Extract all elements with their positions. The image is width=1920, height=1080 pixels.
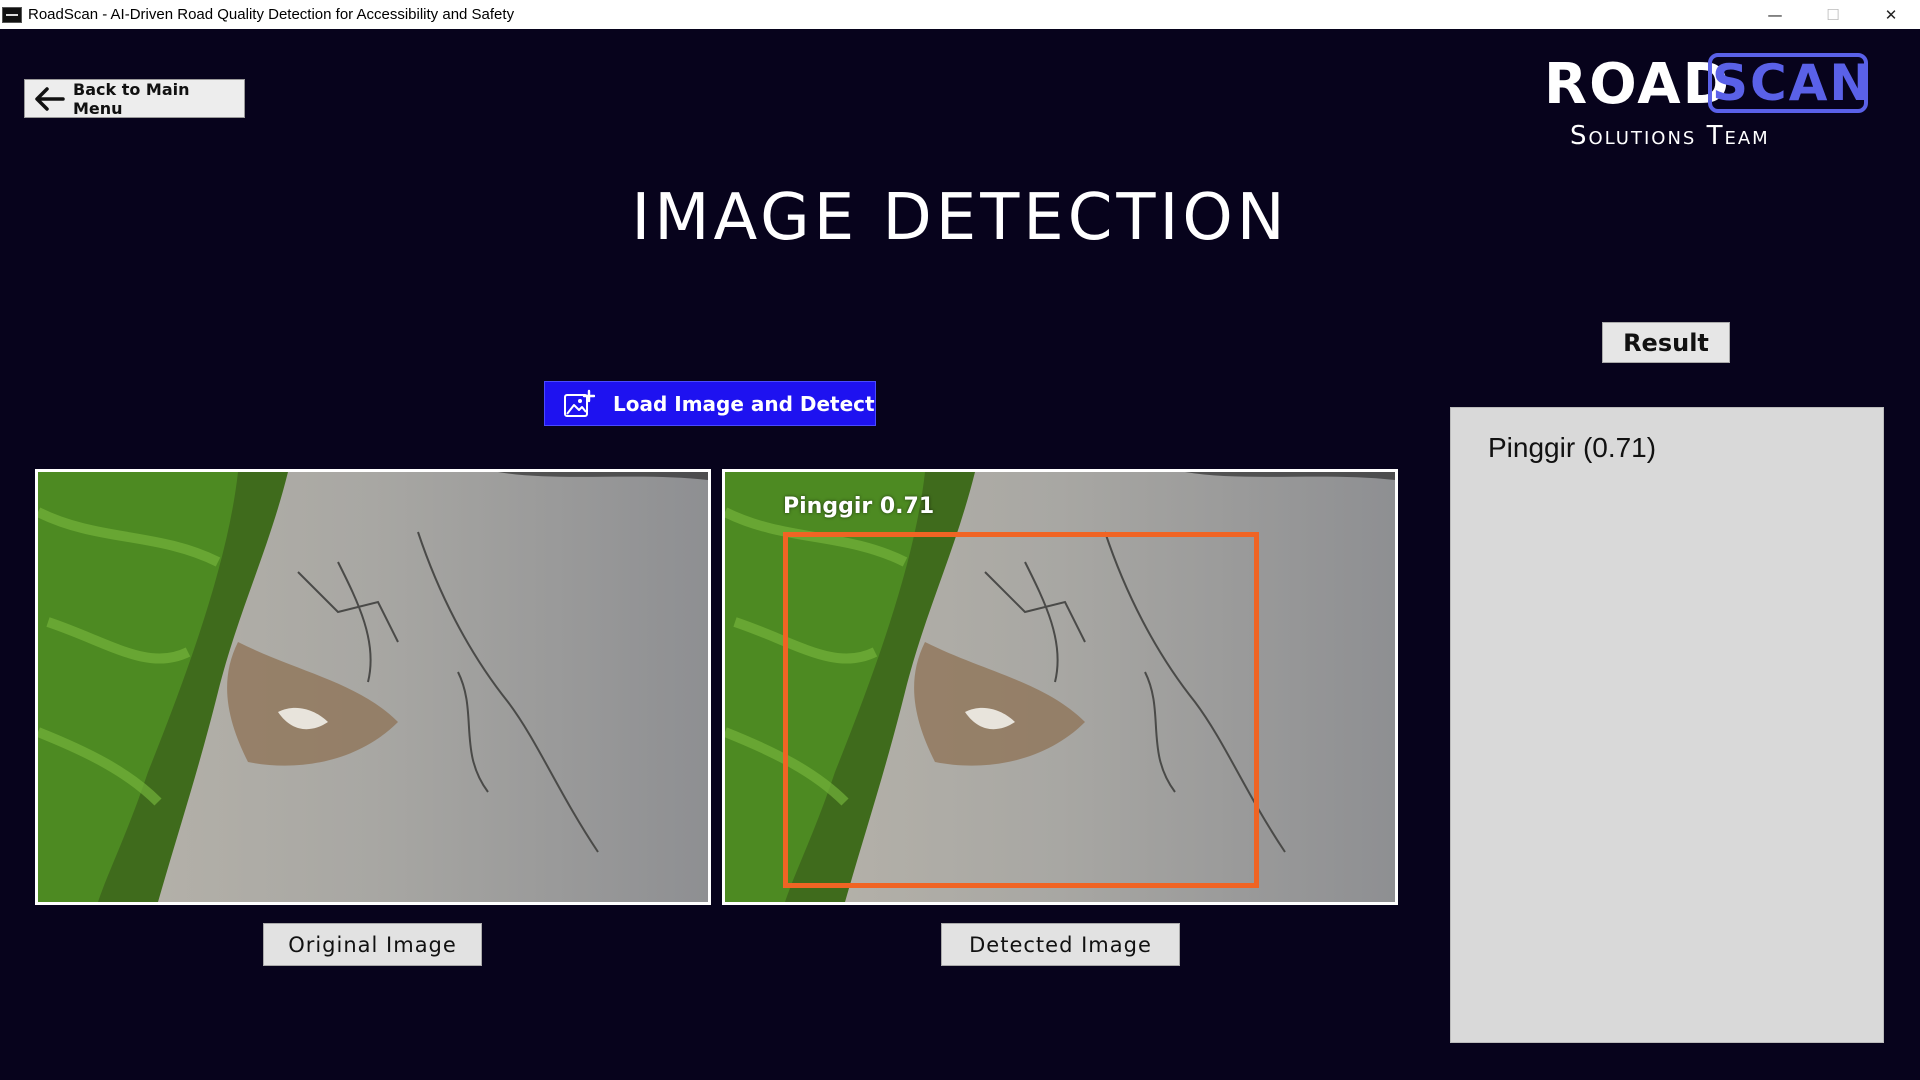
detection-label: Pinggir 0.71 bbox=[783, 494, 935, 519]
original-image bbox=[35, 469, 711, 905]
window-titlebar: RoadScan - AI-Driven Road Quality Detect… bbox=[0, 0, 1920, 29]
logo-subtitle: Solutions Team bbox=[1570, 121, 1770, 151]
original-road-photo bbox=[38, 472, 708, 902]
detected-image-caption: Detected Image bbox=[941, 923, 1180, 966]
roadscan-logo: ROAD SCAN Solutions Team bbox=[1540, 53, 1875, 153]
back-button-label: Back to Main Menu bbox=[73, 79, 190, 118]
close-button[interactable]: ✕ bbox=[1862, 0, 1920, 29]
page-title: IMAGE DETECTION bbox=[631, 181, 1289, 255]
result-button[interactable]: Result bbox=[1602, 322, 1730, 363]
logo-word-road: ROAD bbox=[1544, 52, 1732, 117]
minimize-button[interactable]: — bbox=[1746, 0, 1804, 29]
window-controls: — ☐ ✕ bbox=[1746, 0, 1920, 29]
result-panel: Pinggir (0.71) bbox=[1450, 407, 1884, 1043]
detected-image: Pinggir 0.71 bbox=[722, 469, 1398, 905]
load-button-label: Load Image and Detect bbox=[613, 391, 875, 416]
back-arrow-icon bbox=[35, 86, 65, 111]
maximize-button[interactable]: ☐ bbox=[1804, 0, 1862, 29]
window-title: RoadScan - AI-Driven Road Quality Detect… bbox=[28, 6, 515, 23]
logo-word-scan: SCAN bbox=[1708, 53, 1871, 113]
back-to-main-menu-button[interactable]: Back to Main Menu bbox=[24, 79, 245, 118]
load-image-and-detect-button[interactable]: Load Image and Detect bbox=[544, 381, 876, 426]
original-image-caption: Original Image bbox=[263, 923, 482, 966]
result-item: Pinggir (0.71) bbox=[1488, 432, 1657, 463]
app-icon bbox=[2, 6, 22, 23]
image-add-icon bbox=[564, 389, 595, 417]
detection-bounding-box bbox=[783, 532, 1259, 888]
